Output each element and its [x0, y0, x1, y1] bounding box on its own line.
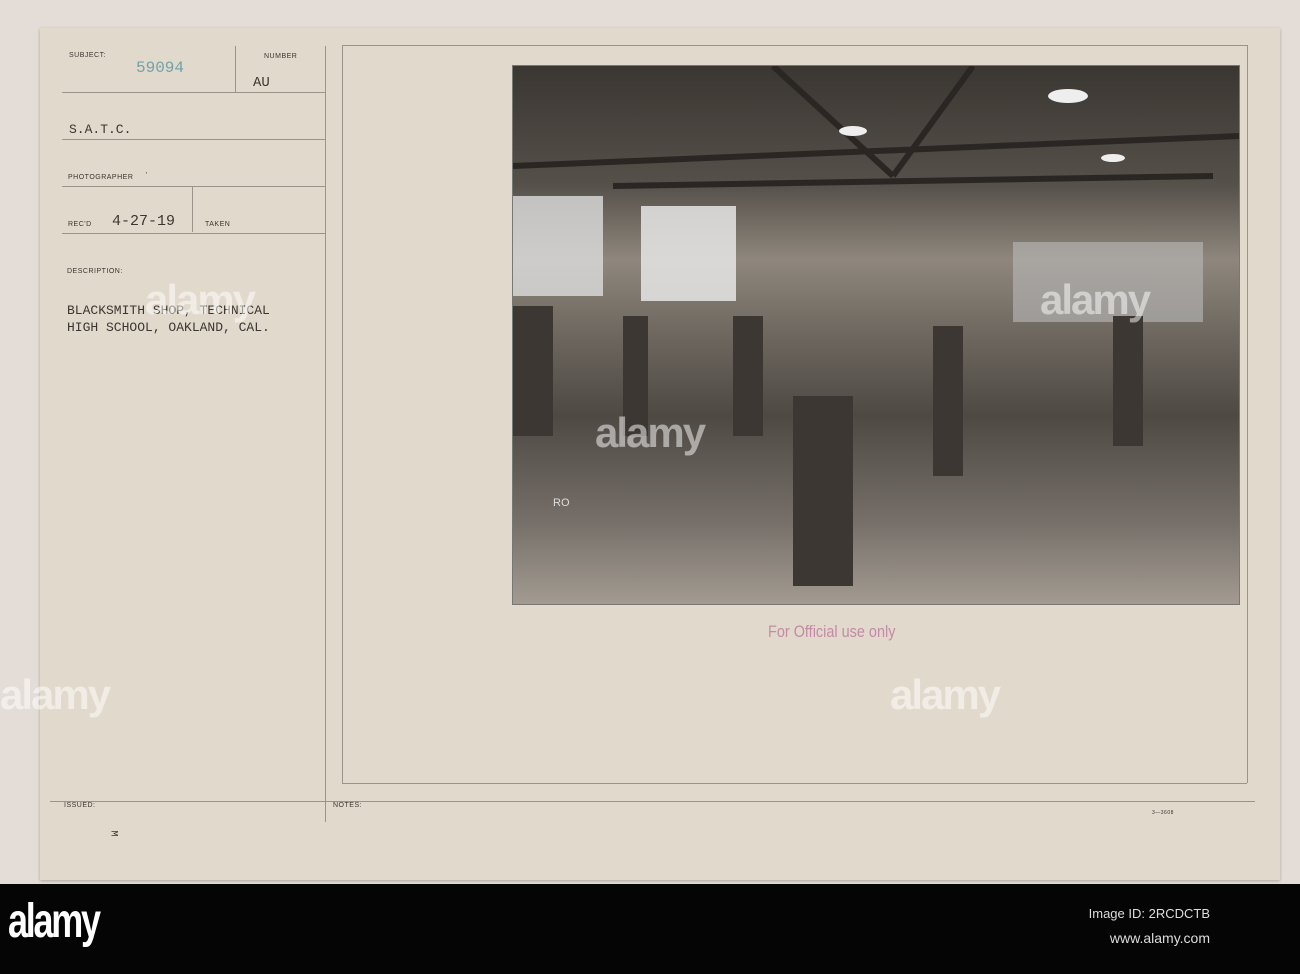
alamy-logo: alamy [8, 895, 101, 948]
unit-text: S.A.T.C. [69, 122, 132, 137]
photo-scene: RO [513, 66, 1239, 586]
issued-mark: M [107, 830, 119, 837]
watermark: alamy [1040, 276, 1151, 323]
taken-label: TAKEN [205, 221, 231, 228]
notes-label: NOTES: [333, 802, 363, 809]
number-label: NUMBER [264, 53, 298, 60]
issued-label: ISSUED: [64, 802, 96, 809]
image-id: Image ID: 2RCDCTB [1088, 906, 1210, 921]
photographer-mark: ' [146, 172, 148, 179]
plate-mark: RO [553, 497, 570, 509]
recd-date: 4-27-19 [112, 213, 176, 230]
recd-label: REC'D [68, 221, 92, 228]
photographer-label: PHOTOGRAPHER [68, 174, 134, 181]
site-url[interactable]: www.alamy.com [1110, 930, 1210, 946]
blacksmith-shop-photograph: RO [512, 65, 1240, 605]
description-label: DESCRIPTION: [67, 268, 123, 275]
subject-number: 59094 [136, 59, 185, 77]
watermark: alamy [890, 671, 1001, 718]
watermark: alamy [595, 409, 706, 456]
number-value: AU [253, 75, 270, 91]
watermark: alamy [0, 671, 111, 718]
subject-label: SUBJECT: [69, 52, 107, 59]
form-number: 3—3608 [1152, 810, 1174, 816]
watermark: alamy [145, 276, 256, 323]
official-use-stamp: For Official use only [768, 622, 896, 641]
footer-band: alamy Image ID: 2RCDCTB www.alamy.com [0, 884, 1300, 974]
